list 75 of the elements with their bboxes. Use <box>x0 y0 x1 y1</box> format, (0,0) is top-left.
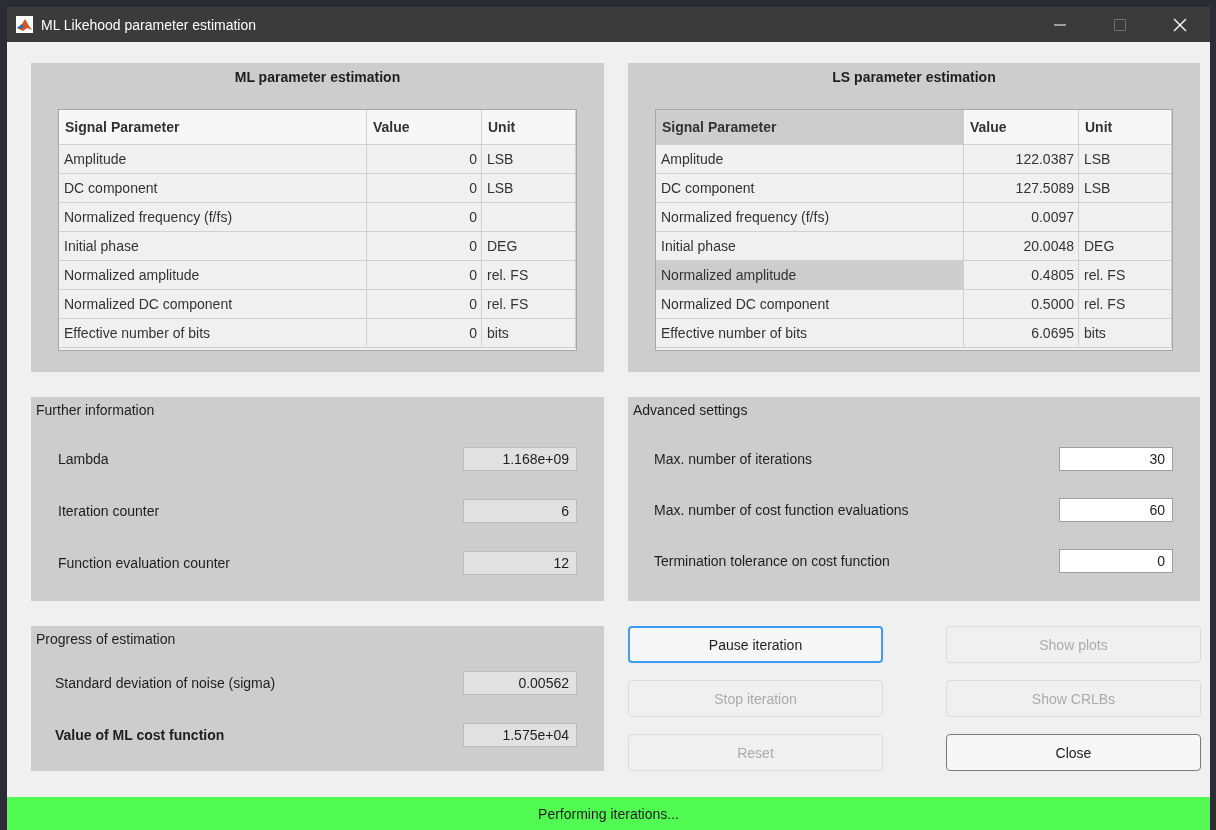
table-cell[interactable]: 0 <box>367 261 482 290</box>
table-cell[interactable]: rel. FS <box>482 290 576 319</box>
table-cell[interactable]: rel. FS <box>1079 261 1172 290</box>
table-cell[interactable]: Normalized frequency (f/fs) <box>656 203 964 232</box>
table-cell[interactable]: DC component <box>656 174 964 203</box>
input-field[interactable]: 0 <box>1059 548 1173 573</box>
table-cell[interactable]: Effective number of bits <box>59 319 367 348</box>
field-label: Termination tolerance on cost function <box>654 552 890 569</box>
column-header[interactable]: Signal Parameter <box>59 110 367 145</box>
panel-title: Progress of estimation <box>35 630 177 647</box>
table-cell[interactable]: 0.4805 <box>964 261 1079 290</box>
column-header[interactable]: Value <box>964 110 1079 145</box>
field-label: Value of ML cost function <box>55 727 225 743</box>
table-cell[interactable]: LSB <box>1079 145 1172 174</box>
table-cell[interactable]: 20.0048 <box>964 232 1079 261</box>
table-cell[interactable]: DEG <box>482 232 576 261</box>
table-cell[interactable]: bits <box>1079 319 1172 348</box>
column-header[interactable]: Signal Parameter <box>656 110 964 145</box>
table-cell[interactable]: Amplitude <box>59 145 367 174</box>
window-title: ML Likehood parameter estimation <box>41 16 258 33</box>
table-cell[interactable]: 0 <box>367 145 482 174</box>
table-cell[interactable]: 0 <box>367 203 482 232</box>
table-cell[interactable]: DC component <box>59 174 367 203</box>
action-button[interactable]: Close <box>946 734 1201 771</box>
table-cell[interactable]: 127.5089 <box>964 174 1079 203</box>
table-cell[interactable]: Amplitude <box>656 145 964 174</box>
readout-field[interactable]: 0.00562 <box>463 671 577 695</box>
table-cell[interactable]: rel. FS <box>1079 290 1172 319</box>
table-cell[interactable]: Initial phase <box>656 232 964 261</box>
table-cell[interactable]: Normalized DC component <box>656 290 964 319</box>
panel-title: Advanced settings <box>632 401 749 418</box>
table-cell[interactable]: 0 <box>367 319 482 348</box>
readout-field[interactable]: 1.168e+09 <box>463 447 577 471</box>
readout-field[interactable]: 1.575e+04 <box>463 723 577 747</box>
field-label: Lambda <box>58 451 109 467</box>
column-header[interactable]: Value <box>367 110 482 145</box>
panel-title: Further information <box>35 401 156 418</box>
table-cell[interactable]: rel. FS <box>482 261 576 290</box>
table-cell[interactable]: Normalized amplitude <box>656 261 964 290</box>
field-label: Max. number of cost function evaluations <box>654 501 909 518</box>
panel-title: LS parameter estimation <box>831 68 997 85</box>
table-cell[interactable]: Effective number of bits <box>656 319 964 348</box>
field-label: Max. number of iterations <box>654 450 812 467</box>
table-cell[interactable]: 0 <box>367 174 482 203</box>
input-field[interactable]: 60 <box>1059 497 1173 522</box>
field-label: Standard deviation of noise (sigma) <box>55 675 276 691</box>
app-logo-icon <box>16 16 33 33</box>
table-cell[interactable]: DEG <box>1079 232 1172 261</box>
table-cell[interactable]: LSB <box>1079 174 1172 203</box>
table-cell[interactable]: 0 <box>367 232 482 261</box>
column-header[interactable]: Unit <box>482 110 576 145</box>
table-cell[interactable]: LSB <box>482 145 576 174</box>
input-field[interactable]: 30 <box>1059 446 1173 471</box>
minimize-icon <box>1054 23 1066 26</box>
table-cell[interactable]: LSB <box>482 174 576 203</box>
status-text: Performing iterations... <box>538 805 679 822</box>
readout-field[interactable]: 6 <box>463 499 577 523</box>
column-header[interactable]: Unit <box>1079 110 1172 145</box>
table-cell[interactable]: 0.5000 <box>964 290 1079 319</box>
field-label: Function evaluation counter <box>58 555 230 571</box>
table-cell[interactable]: Normalized amplitude <box>59 261 367 290</box>
table-cell[interactable]: 6.0695 <box>964 319 1079 348</box>
table-cell[interactable]: 0.0097 <box>964 203 1079 232</box>
maximize-icon <box>1114 18 1126 31</box>
close-icon <box>1173 17 1187 32</box>
action-button[interactable]: Pause iteration <box>628 626 883 663</box>
table-cell[interactable]: Initial phase <box>59 232 367 261</box>
panel-title: ML parameter estimation <box>233 68 402 85</box>
readout-field[interactable]: 12 <box>463 551 577 575</box>
table-cell[interactable]: 122.0387 <box>964 145 1079 174</box>
table-cell[interactable]: 0 <box>367 290 482 319</box>
field-label: Iteration counter <box>58 503 160 519</box>
table-cell[interactable]: bits <box>482 319 576 348</box>
table-cell[interactable]: Normalized DC component <box>59 290 367 319</box>
table-cell[interactable]: Normalized frequency (f/fs) <box>59 203 367 232</box>
